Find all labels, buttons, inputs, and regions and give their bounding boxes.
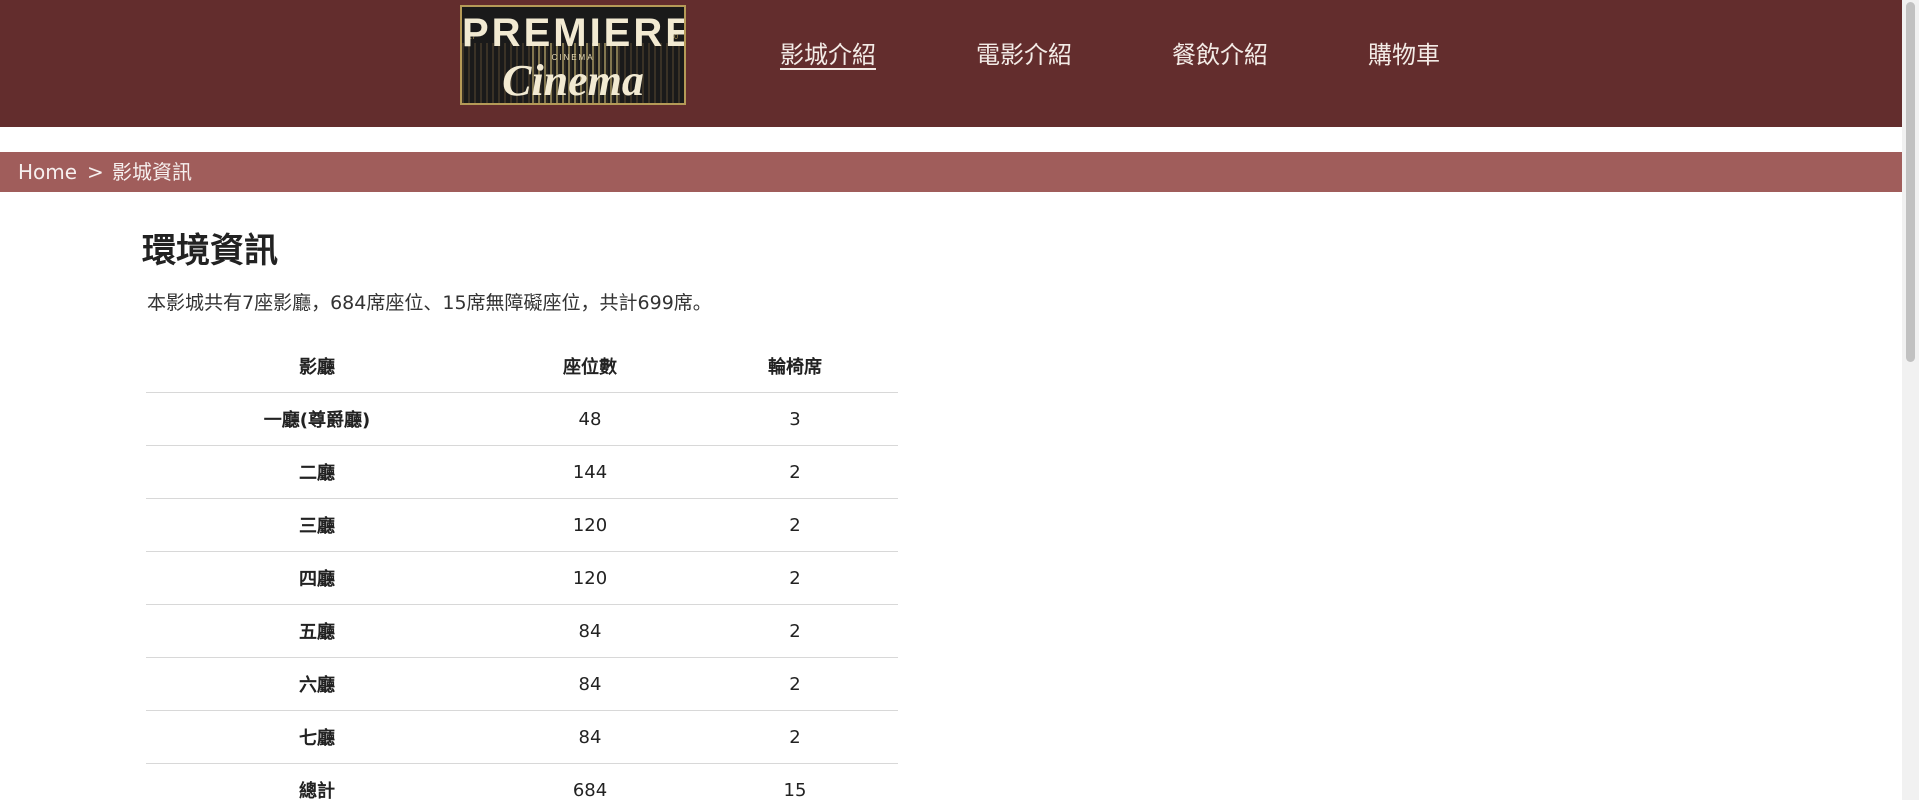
seat-count-cell: 84 (488, 710, 692, 764)
wheelchair-count-cell: 3 (692, 392, 898, 446)
hall-name-cell: 六廳 (146, 657, 488, 711)
page-title: 環境資訊 (142, 231, 278, 271)
total-label-cell: 總計 (146, 763, 488, 800)
wheelchair-count-cell: 2 (692, 604, 898, 658)
premiere-cinema-logo[interactable]: 17 30 PREMIERE CINEMA Cinema (460, 5, 686, 105)
seat-count-cell: 120 (488, 498, 692, 552)
table-row: 六廳 84 2 (146, 657, 898, 711)
column-header-wheelchair: 輪椅席 (692, 340, 898, 393)
theater-table: 影廳 座位數 輪椅席 一廳(尊爵廳) 48 3 二廳 144 2 三廳 120 … (146, 340, 898, 800)
site-header: 17 30 PREMIERE CINEMA Cinema 影城介紹 電影介紹 餐… (0, 0, 1902, 127)
seat-count-cell: 120 (488, 551, 692, 605)
breadcrumb-home-link[interactable]: Home (18, 152, 77, 192)
seat-count-cell: 84 (488, 657, 692, 711)
hall-name-cell: 三廳 (146, 498, 488, 552)
table-row: 二廳 144 2 (146, 445, 898, 499)
scrollbar-thumb[interactable] (1906, 2, 1915, 362)
column-header-seats: 座位數 (488, 340, 692, 393)
table-header-row: 影廳 座位數 輪椅席 (146, 340, 898, 393)
nav-item-movie-intro[interactable]: 電影介紹 (976, 38, 1072, 72)
nav-item-cart[interactable]: 購物車 (1368, 38, 1440, 72)
seat-count-cell: 48 (488, 392, 692, 446)
logo-title: PREMIERE (462, 11, 686, 55)
wheelchair-count-cell: 2 (692, 657, 898, 711)
hall-name-cell: 二廳 (146, 445, 488, 499)
table-row: 三廳 120 2 (146, 498, 898, 552)
nav-item-dining-intro[interactable]: 餐飲介紹 (1172, 38, 1268, 72)
seat-count-cell: 84 (488, 604, 692, 658)
seating-summary: 本影城共有7座影廳，684席座位、15席無障礙座位，共計699席。 (147, 292, 712, 314)
total-wheelchair-count-cell: 15 (692, 763, 898, 800)
breadcrumb-current: 影城資訊 (112, 160, 192, 184)
table-total-row: 總計 684 15 (146, 763, 898, 800)
logo-script-text: Cinema (502, 56, 644, 105)
hall-name-cell: 七廳 (146, 710, 488, 764)
nav-item-cinema-intro[interactable]: 影城介紹 (780, 38, 876, 72)
table-row: 一廳(尊爵廳) 48 3 (146, 392, 898, 446)
breadcrumb: Home > 影城資訊 (0, 152, 1902, 192)
table-row: 四廳 120 2 (146, 551, 898, 605)
seat-count-cell: 144 (488, 445, 692, 499)
table-row: 七廳 84 2 (146, 710, 898, 764)
hall-name-cell: 四廳 (146, 551, 488, 605)
wheelchair-count-cell: 2 (692, 445, 898, 499)
wheelchair-count-cell: 2 (692, 498, 898, 552)
vertical-scrollbar[interactable] (1902, 0, 1919, 800)
wheelchair-count-cell: 2 (692, 551, 898, 605)
hall-name-cell: 五廳 (146, 604, 488, 658)
breadcrumb-separator: > (87, 160, 104, 184)
total-seat-count-cell: 684 (488, 763, 692, 800)
wheelchair-count-cell: 2 (692, 710, 898, 764)
hall-name-cell: 一廳(尊爵廳) (146, 392, 488, 446)
page: 17 30 PREMIERE CINEMA Cinema 影城介紹 電影介紹 餐… (0, 0, 1902, 800)
column-header-hall: 影廳 (146, 340, 488, 393)
table-row: 五廳 84 2 (146, 604, 898, 658)
